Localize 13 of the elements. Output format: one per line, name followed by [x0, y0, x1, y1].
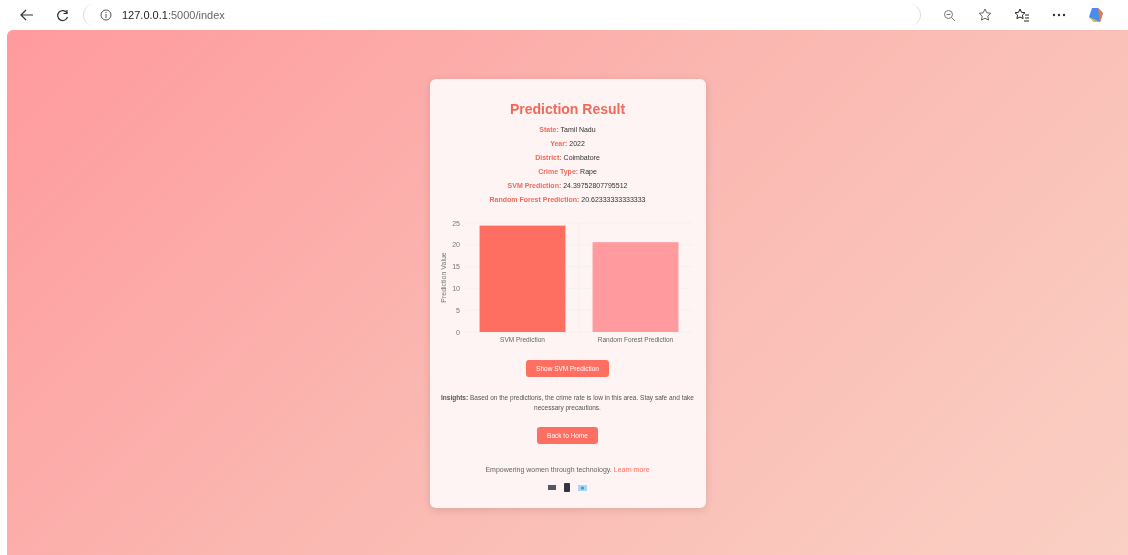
url-text: 127.0.0.1:5000/index	[122, 9, 225, 21]
result-title: Prediction Result	[509, 101, 626, 117]
card-icon	[548, 485, 556, 490]
star-icon[interactable]	[978, 8, 992, 22]
zoom-icon[interactable]	[943, 8, 956, 22]
address-bar[interactable]: 127.0.0.1:5000/index	[83, 4, 921, 26]
info-icon[interactable]	[100, 9, 112, 21]
favorites-icon[interactable]	[1014, 8, 1030, 22]
phone-icon	[564, 483, 570, 492]
eye-icon	[578, 484, 587, 491]
more-icon[interactable]	[1052, 13, 1066, 17]
back-icon[interactable]	[20, 9, 34, 21]
refresh-icon[interactable]	[56, 8, 69, 22]
